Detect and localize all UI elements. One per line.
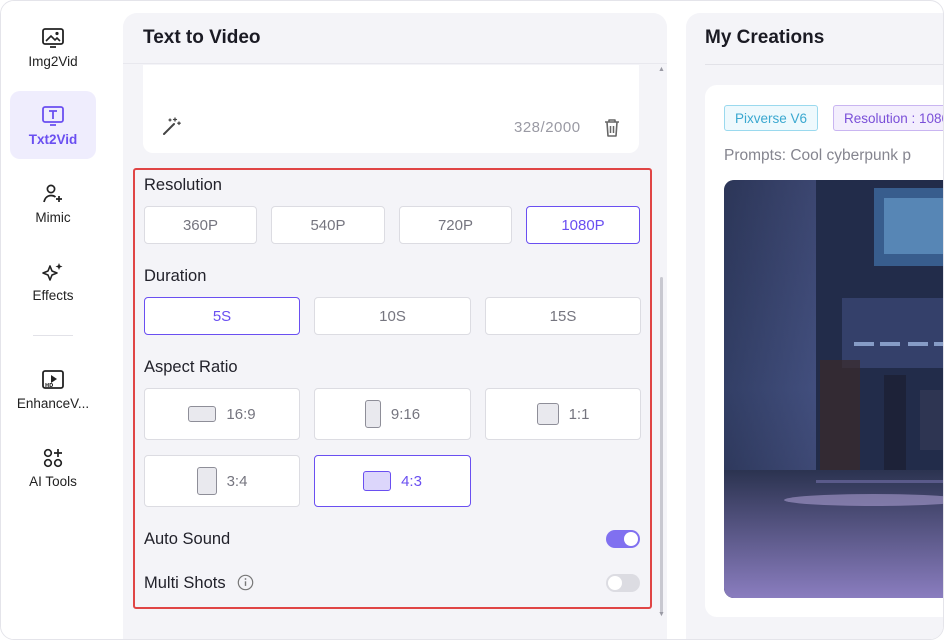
- sidebar-item-img2vid[interactable]: Img2Vid: [10, 13, 96, 81]
- sidebar-item-label: Txt2Vid: [28, 131, 78, 147]
- aspect-option-1-1[interactable]: 1:1: [485, 388, 641, 440]
- duration-label: Duration: [144, 267, 207, 285]
- hd-video-icon: HD: [41, 368, 65, 392]
- aspect-label: 3:4: [226, 472, 248, 490]
- model-badge: Pixverse V6: [724, 105, 819, 131]
- auto-sound-label: Auto Sound: [144, 530, 231, 548]
- duration-option-15s[interactable]: 15S: [485, 297, 641, 335]
- aspect-option-3-4[interactable]: 3:4: [144, 455, 300, 507]
- landscape-shape-icon: [188, 406, 217, 422]
- duration-option-10s[interactable]: 10S: [314, 297, 471, 335]
- sidebar-item-txt2vid[interactable]: Txt2Vid: [10, 91, 96, 159]
- creation-prompt: Prompts: Cool cyberpunk p: [724, 147, 911, 164]
- character-counter: 328/2000: [514, 119, 581, 136]
- square-shape-icon: [536, 403, 559, 425]
- scrollbar-thumb[interactable]: [660, 277, 663, 613]
- aspect-label: 1:1: [568, 405, 590, 423]
- aspect-option-4-3[interactable]: 4:3: [314, 455, 471, 507]
- scroll-down-arrow[interactable]: ▼: [658, 611, 665, 618]
- resolution-label: Resolution: [144, 176, 222, 194]
- portrait-shape-icon: [364, 400, 381, 428]
- sidebar-item-ai-tools[interactable]: AI Tools: [10, 433, 96, 501]
- image-icon: [41, 26, 65, 50]
- text-icon: [41, 104, 65, 128]
- resolution-option-540p[interactable]: 540P: [271, 206, 385, 244]
- resolution-option-720p[interactable]: 720P: [399, 206, 512, 244]
- creations-divider: [705, 64, 943, 65]
- aspect-label: 4:3: [401, 472, 422, 490]
- info-icon[interactable]: [237, 574, 254, 591]
- svg-text:HD: HD: [45, 383, 53, 389]
- prompt-input[interactable]: 328/2000: [143, 65, 639, 153]
- resolution-badge: Resolution : 1080P: [833, 105, 943, 131]
- trash-icon[interactable]: [601, 117, 623, 139]
- sidebar-item-mimic[interactable]: Mimic: [10, 169, 96, 237]
- grid-tools-icon: [41, 446, 65, 470]
- aspect-option-16-9[interactable]: 16:9: [144, 388, 300, 440]
- sidebar-item-label: AI Tools: [29, 473, 77, 489]
- sidebar-divider: [33, 335, 73, 336]
- app-window: Img2Vid Txt2Vid Mimic Effects HD Enhance: [0, 0, 944, 640]
- aspect-ratio-label: Aspect Ratio: [144, 358, 238, 376]
- generation-settings: Resolution 360P 540P 720P 1080P Duration…: [133, 168, 652, 609]
- sidebar-item-effects[interactable]: Effects: [10, 247, 96, 315]
- my-creations-panel: My Creations Pixverse V6 Resolution : 10…: [686, 13, 943, 639]
- aspect-option-9-16[interactable]: 9:16: [314, 388, 471, 440]
- sparkles-icon: [41, 260, 65, 284]
- aspect-label: 16:9: [226, 405, 256, 423]
- sidebar-item-label: Effects: [32, 287, 74, 303]
- creations-title: My Creations: [705, 27, 825, 48]
- resolution-option-1080p[interactable]: 1080P: [526, 206, 640, 244]
- auto-sound-toggle[interactable]: [606, 530, 640, 548]
- duration-option-5s[interactable]: 5S: [144, 297, 300, 335]
- resolution-option-360p[interactable]: 360P: [144, 206, 257, 244]
- portrait-shape-icon: [196, 467, 217, 495]
- video-thumbnail[interactable]: [724, 180, 943, 598]
- sidebar-item-label: Mimic: [35, 209, 71, 225]
- sidebar-item-label: Img2Vid: [28, 53, 78, 69]
- sidebar: Img2Vid Txt2Vid Mimic Effects HD Enhance: [1, 1, 111, 639]
- multi-shots-toggle[interactable]: [606, 574, 640, 592]
- page-title: Text to Video: [143, 27, 261, 48]
- sidebar-item-enhance-video[interactable]: HD EnhanceV...: [10, 355, 96, 423]
- header-divider: [123, 63, 667, 64]
- toggle-knob: [624, 532, 638, 546]
- landscape-shape-icon: [363, 471, 392, 491]
- sidebar-item-label: EnhanceV...: [16, 395, 90, 411]
- toggle-knob: [608, 576, 622, 590]
- multi-shots-label: Multi Shots: [144, 574, 226, 592]
- text-to-video-panel: Text to Video 328/2000 ▲ ▼ Resolution 36…: [123, 13, 667, 639]
- scroll-up-arrow[interactable]: ▲: [658, 66, 665, 73]
- person-sparkle-icon: [41, 182, 65, 206]
- aspect-label: 9:16: [390, 405, 421, 423]
- magic-wand-icon[interactable]: [161, 115, 183, 137]
- creation-card[interactable]: Pixverse V6 Resolution : 1080P Prompts: …: [705, 85, 943, 617]
